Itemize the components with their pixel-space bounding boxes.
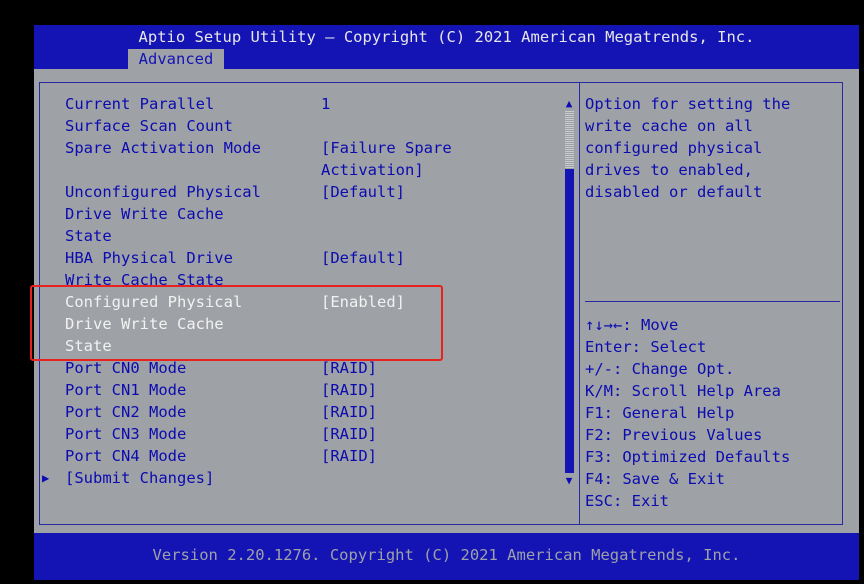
setting-row[interactable]: Drive Write Cache — [34, 203, 574, 225]
setting-row[interactable]: Surface Scan Count — [34, 115, 574, 137]
setting-value[interactable]: Activation] — [321, 159, 424, 181]
key-hint: F4: Save & Exit — [585, 470, 725, 488]
window-title: Aptio Setup Utility – Copyright (C) 2021… — [138, 28, 755, 46]
scrollbar-thumb[interactable] — [565, 111, 574, 169]
key-hint: +/-: Change Opt. — [585, 360, 735, 378]
help-text-line: Option for setting the — [585, 95, 791, 113]
help-text-line: configured physical — [585, 139, 763, 157]
help-text-line: drives to enabled, — [585, 161, 753, 179]
help-text-line: write cache on all — [585, 117, 753, 135]
key-hint: F3: Optimized Defaults — [585, 448, 791, 466]
scroll-up-icon[interactable]: ▲ — [562, 97, 576, 111]
setting-value-row: [RAID] — [34, 423, 574, 445]
scroll-down-icon[interactable]: ▼ — [562, 474, 576, 488]
help-divider — [585, 301, 840, 302]
key-hint: ↑↓→←: Move — [585, 316, 679, 334]
footer-bar: Version 2.20.1276. Copyright (C) 2021 Am… — [34, 533, 859, 580]
key-hint: F2: Previous Values — [585, 426, 763, 444]
setting-row[interactable]: State — [34, 225, 574, 247]
setting-value[interactable]: [RAID] — [321, 423, 377, 445]
key-hint: Enter: Select — [585, 338, 707, 356]
setting-label: State — [65, 227, 112, 245]
setting-value-row: Activation] — [34, 159, 574, 181]
setting-value-row: 1 — [34, 93, 574, 115]
setting-value-row: [RAID] — [34, 401, 574, 423]
submenu-arrow-icon: ▶ — [42, 471, 50, 485]
key-hint: F1: General Help — [585, 404, 735, 422]
setting-value[interactable]: [RAID] — [321, 445, 377, 467]
setting-value[interactable]: [Default] — [321, 181, 405, 203]
help-text-line: disabled or default — [585, 183, 763, 201]
panel-divider — [579, 82, 580, 525]
setting-value-row: [Default] — [34, 247, 574, 269]
setting-label: Surface Scan Count — [65, 117, 233, 135]
setting-value-row: [Failure Spare — [34, 137, 574, 159]
setting-value-row: [RAID] — [34, 379, 574, 401]
setting-label: Drive Write Cache — [65, 205, 224, 223]
setting-value-row: [Default] — [34, 181, 574, 203]
setting-value-row: [RAID] — [34, 445, 574, 467]
key-hint: ESC: Exit — [585, 492, 669, 510]
setting-value[interactable]: 1 — [321, 93, 330, 115]
tab-advanced[interactable]: Advanced — [128, 49, 224, 69]
setting-value[interactable]: [Failure Spare — [321, 137, 452, 159]
annotation-highlight-box — [30, 285, 443, 361]
setting-value[interactable]: [RAID] — [321, 401, 377, 423]
title-bar: Aptio Setup Utility – Copyright (C) 2021… — [34, 25, 859, 69]
version-text: Version 2.20.1276. Copyright (C) 2021 Am… — [152, 546, 741, 564]
setting-label: [Submit Changes] — [65, 469, 215, 487]
setting-value[interactable]: [RAID] — [321, 379, 377, 401]
key-hint: K/M: Scroll Help Area — [585, 382, 781, 400]
setting-row[interactable]: ▶ [Submit Changes] — [34, 467, 574, 489]
setting-value[interactable]: [Default] — [321, 247, 405, 269]
